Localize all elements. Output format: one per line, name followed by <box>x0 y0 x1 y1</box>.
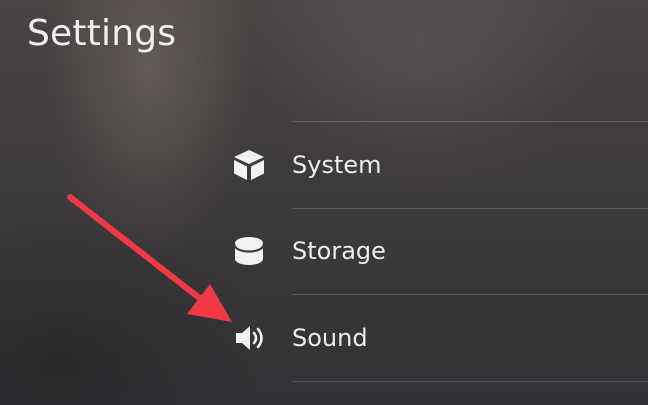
menu-item-label: Storage <box>292 237 386 265</box>
menu-divider <box>292 121 648 122</box>
menu-item-sound[interactable]: Sound <box>225 308 648 368</box>
menu-divider <box>292 381 648 382</box>
menu-item-system[interactable]: System <box>225 135 648 195</box>
menu-item-label: Sound <box>292 324 368 352</box>
menu-item-label: System <box>292 151 382 179</box>
cube-icon <box>234 150 264 180</box>
settings-screen: Settings System Storage Sound <box>0 0 648 405</box>
page-title: Settings <box>27 13 177 54</box>
database-cylinder-icon <box>233 237 265 265</box>
menu-item-storage[interactable]: Storage <box>225 221 648 281</box>
speaker-icon <box>236 326 263 350</box>
menu-divider <box>292 294 648 295</box>
menu-divider <box>292 208 648 209</box>
